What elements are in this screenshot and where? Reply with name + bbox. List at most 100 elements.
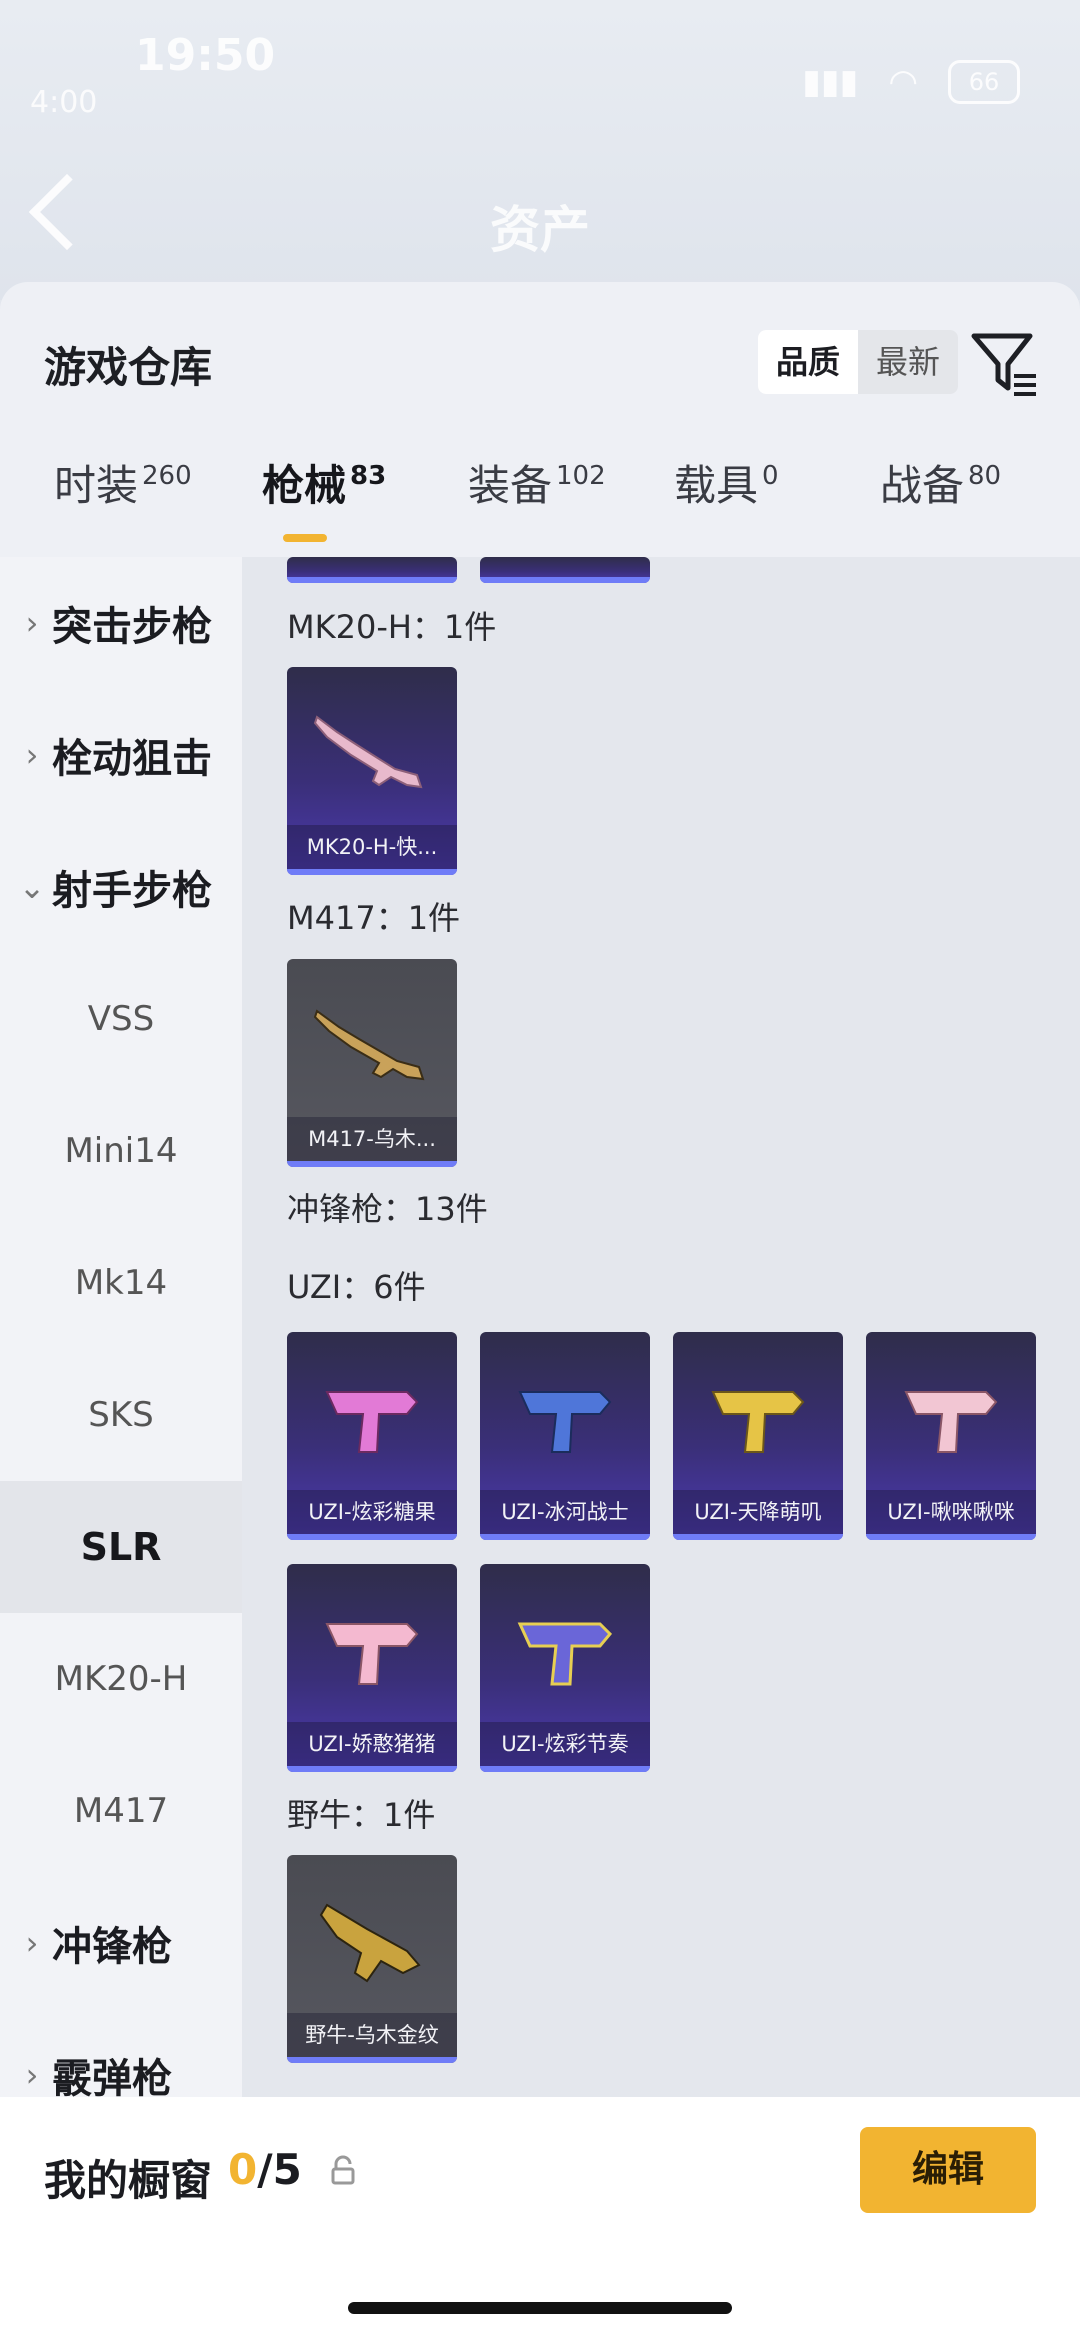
sidebar-subitem-mk14[interactable]: Mk14 [0,1217,242,1349]
item-name: MK20-H-快... [287,825,457,869]
warehouse-panel: 游戏仓库 品质 最新 时装 260 枪械 83 装备 102 载具 0 战备 80 › 突… [0,282,1080,2341]
sidebar-item-label: 栓动狙击 [52,736,212,782]
sidebar-subitem-sks[interactable]: SKS [0,1349,242,1481]
tab-guns[interactable]: 枪械 83 [262,452,386,513]
item-card[interactable]: MK20-H-快... [287,667,457,875]
rarity-bar [480,577,650,583]
showcase-total: /5 [257,2145,302,2194]
item-card[interactable]: UZI-娇憨猪猪 [287,1564,457,1772]
sidebar-item-label: 突击步枪 [52,604,212,650]
sidebar-item-marksman-rifle[interactable]: ⌄ 射手步枪 [0,821,242,953]
lock-icon [331,2155,355,2185]
sidebar-subitem-vss[interactable]: VSS [0,953,242,1085]
section-label-mk20h: MK20-H：1件 [287,608,497,646]
showcase-current: 0 [228,2145,258,2194]
battery-icon: 66 [948,60,1020,104]
rarity-bar [287,577,457,583]
sidebar-subitem-slr[interactable]: SLR [0,1481,242,1613]
item-name: UZI-冰河战士 [480,1490,650,1534]
sidebar-item-label: 霰弹枪 [52,2056,172,2102]
sidebar-subitem-mini14[interactable]: Mini14 [0,1085,242,1217]
sidebar-item-label: 射手步枪 [52,868,212,914]
rarity-bar [287,869,457,875]
item-card-partial[interactable] [287,557,457,583]
sidebar-item-label: 冲锋枪 [52,1924,172,1970]
sidebar-subitem-mk20h[interactable]: MK20-H [0,1613,242,1745]
smg-icon [325,1623,419,1685]
edit-button[interactable]: 编辑 [860,2127,1036,2213]
sidebar-item-smg[interactable]: › 冲锋枪 [0,1877,242,2009]
tab-label: 时装 [54,461,139,510]
back-arrow-icon[interactable] [28,173,106,251]
smg-icon [319,1903,421,1983]
wifi-icon: ◠ [888,62,918,102]
smg-icon [517,1622,613,1686]
item-card[interactable]: UZI-啾咪啾咪 [866,1332,1036,1540]
sort-quality-button[interactable]: 品质 [758,330,859,394]
item-card-partial[interactable] [480,557,650,583]
rarity-bar [287,1161,457,1167]
rarity-bar [287,1766,457,1772]
showcase-label: 我的橱窗 [44,2156,213,2205]
tab-label: 载具 [674,461,759,510]
rifle-icon [313,1009,425,1081]
smg-icon [518,1391,612,1453]
tab-count: 83 [350,461,387,491]
item-card[interactable]: M417-乌木... [287,959,457,1167]
smg-icon [904,1391,998,1453]
item-name: 野牛-乌木金纹 [287,2013,457,2057]
section-label-smg: 冲锋枪：13件 [287,1190,488,1228]
top-header: 19:50 4:00 ▮▮▮ ◠ 66 资产 [0,0,1080,300]
category-tabs: 时装 260 枪械 83 装备 102 载具 0 战备 80 [0,452,1080,552]
sidebar-subitem-m417[interactable]: M417 [0,1745,242,1877]
tab-vehicles[interactable]: 载具 0 [674,452,779,513]
home-indicator [348,2302,732,2314]
tab-supplies[interactable]: 战备 80 [880,452,1001,513]
panel-title: 游戏仓库 [44,343,213,392]
status-small-text: 4:00 [30,85,98,120]
signal-icon: ▮▮▮ [802,62,859,102]
tab-label: 装备 [468,461,553,510]
item-name: UZI-娇憨猪猪 [287,1722,457,1766]
tab-count: 102 [556,461,606,491]
sort-newest-button[interactable]: 最新 [858,330,958,394]
item-name: UZI-啾咪啾咪 [866,1490,1036,1534]
rarity-bar [673,1534,843,1540]
active-tab-indicator [283,534,327,542]
item-card[interactable]: UZI-炫彩糖果 [287,1332,457,1540]
weapon-category-sidebar: › 突击步枪 › 栓动狙击 ⌄ 射手步枪 VSS Mini14 Mk14 SKS… [0,557,242,2341]
item-card[interactable]: UZI-冰河战士 [480,1332,650,1540]
sidebar-item-bolt-sniper[interactable]: › 栓动狙击 [0,689,242,821]
rifle-icon [313,715,423,789]
item-name: UZI-炫彩节奏 [480,1722,650,1766]
rarity-bar [866,1534,1036,1540]
item-card[interactable]: UZI-天降萌叽 [673,1332,843,1540]
item-name: UZI-天降萌叽 [673,1490,843,1534]
chevron-down-icon: ⌄ [18,868,46,906]
smg-icon [711,1391,805,1453]
tab-count: 260 [142,461,192,491]
status-icons: ▮▮▮ ◠ 66 [802,60,1020,104]
tab-count: 0 [762,461,779,491]
sort-toggle: 品质 最新 [758,330,959,394]
smg-icon [325,1391,419,1453]
rarity-bar [287,2057,457,2063]
item-card[interactable]: 野牛-乌木金纹 [287,1855,457,2063]
rarity-bar [480,1534,650,1540]
rarity-bar [480,1766,650,1772]
item-name: M417-乌木... [287,1117,457,1161]
filter-icon[interactable] [970,330,1040,400]
chevron-right-icon: › [25,2056,39,2094]
section-label-uzi: UZI：6件 [287,1268,426,1306]
section-label-m417: M417：1件 [287,899,461,937]
item-card[interactable]: UZI-炫彩节奏 [480,1564,650,1772]
rarity-bar [287,1534,457,1540]
tab-equipment[interactable]: 装备 102 [468,452,606,513]
showcase-count: 0/5 [228,2145,302,2194]
sidebar-item-assault-rifle[interactable]: › 突击步枪 [0,557,242,689]
chevron-right-icon: › [25,1924,39,1962]
tab-fashion[interactable]: 时装 260 [54,452,192,513]
item-name: UZI-炫彩糖果 [287,1490,457,1534]
item-list: MK20-H：1件 MK20-H-快... M417：1件 M417-乌木...… [242,557,1080,2341]
tab-label: 战备 [880,461,965,510]
